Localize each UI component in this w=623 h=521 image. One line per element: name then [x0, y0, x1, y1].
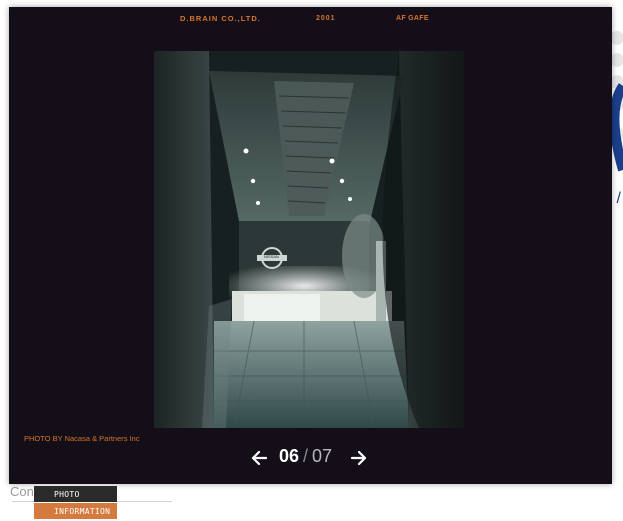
photo-counter: 06/07: [279, 446, 343, 468]
current-photo-number: 06: [279, 446, 300, 466]
photo-sign-text: NISSAN: [264, 254, 279, 259]
photo-credit: PHOTO BY Nacasa & Partners Inc: [24, 434, 140, 443]
header-year: 2001: [316, 15, 336, 22]
header-project: AF GAFE: [396, 15, 429, 22]
background-content-label: Con: [10, 484, 34, 499]
project-photo: NISSAN: [154, 51, 464, 428]
photo-navigation: 06/07: [9, 445, 612, 471]
menu-tab-photo-label: PHOTO: [54, 489, 80, 499]
arrow-left-icon: [251, 450, 268, 466]
lightbox-header: D.BRAIN CO.,LTD. 2001 AF GAFE: [9, 14, 612, 28]
photo-lightbox: D.BRAIN CO.,LTD. 2001 AF GAFE NISSAN PHO…: [9, 7, 612, 484]
total-photo-count: 07: [312, 446, 333, 466]
previous-button[interactable]: [249, 448, 269, 468]
background-slash-mark: /: [616, 190, 621, 207]
menu-tab-information-label: INFORMATION: [54, 506, 111, 516]
next-button[interactable]: [349, 448, 369, 468]
photo-image: [154, 51, 464, 428]
menu-tab-photo[interactable]: PHOTO: [34, 486, 117, 502]
arrow-right-icon: [350, 450, 367, 466]
counter-separator: /: [303, 446, 309, 466]
header-company: D.BRAIN CO.,LTD.: [180, 14, 261, 23]
menu-tab-information[interactable]: INFORMATION: [34, 503, 117, 519]
